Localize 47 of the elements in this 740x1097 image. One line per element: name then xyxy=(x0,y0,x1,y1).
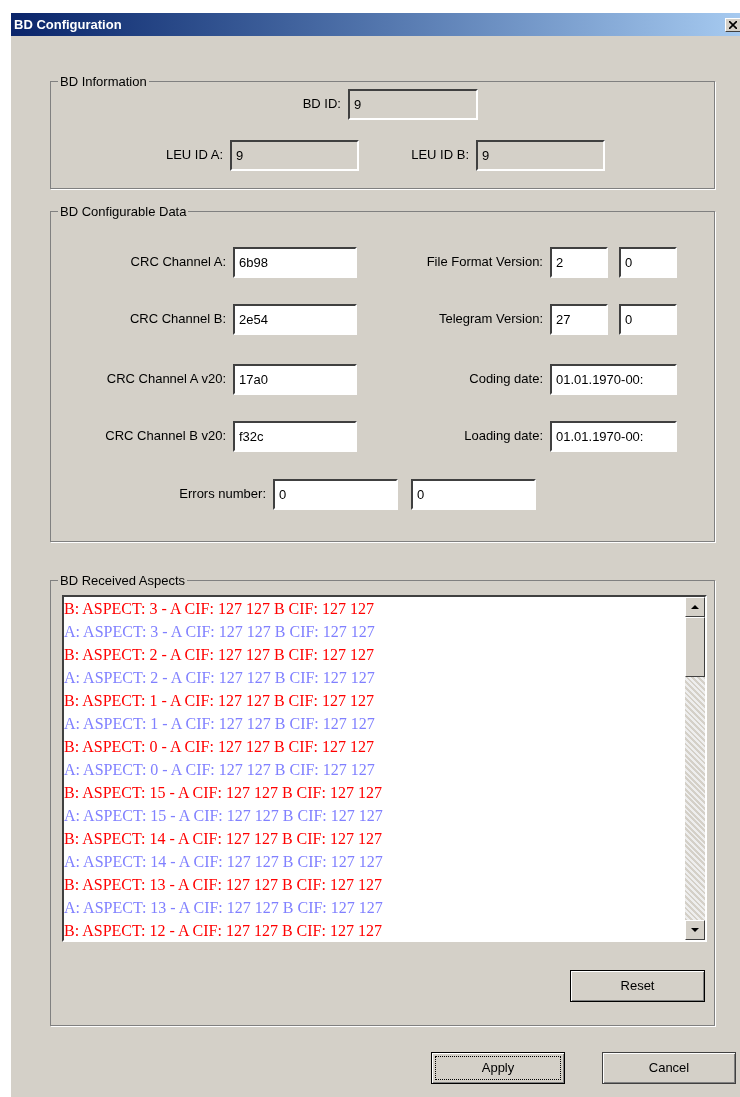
cancel-button[interactable]: Cancel xyxy=(602,1052,736,1084)
input-field[interactable]: 17a0 xyxy=(233,363,357,395)
list-item[interactable]: B: ASPECT: 13 - A CIF: 127 127 B CIF: 127 127 xyxy=(64,872,382,896)
input-field[interactable]: 01.01.1970-00: xyxy=(550,363,677,395)
field-label: File Format Version: xyxy=(425,253,544,272)
list-item[interactable]: B: ASPECT: 12 - A CIF: 127 127 B CIF: 127 127 xyxy=(64,918,382,940)
field-label: BD ID: xyxy=(301,95,342,114)
field-label: Telegram Version: xyxy=(437,310,544,329)
field-label: CRC Channel A v20: xyxy=(105,370,227,389)
input-field[interactable]: 0 xyxy=(619,246,677,278)
list-item[interactable]: B: ASPECT: 0 - A CIF: 127 127 B CIF: 127 127 xyxy=(64,734,374,758)
down-arrow-icon xyxy=(691,927,699,932)
input-field[interactable]: 0 xyxy=(619,303,677,335)
window-title: BD Configuration xyxy=(13,15,122,34)
list-item[interactable]: B: ASPECT: 2 - A CIF: 127 127 B CIF: 127 127 xyxy=(64,642,374,666)
input-field[interactable]: 2 xyxy=(550,246,608,278)
list-item[interactable]: B: ASPECT: 1 - A CIF: 127 127 B CIF: 127 127 xyxy=(64,688,374,712)
up-arrow-icon xyxy=(691,604,699,609)
scroll-down-button[interactable] xyxy=(685,919,705,940)
field-label: LEU ID B: xyxy=(410,146,470,165)
list-item[interactable]: B: ASPECT: 14 - A CIF: 127 127 B CIF: 127 127 xyxy=(64,826,382,850)
field-label: Coding date: xyxy=(468,370,544,389)
field-label: Loading date: xyxy=(463,427,544,446)
apply-button[interactable]: Apply xyxy=(431,1052,565,1084)
field-label: CRC Channel B: xyxy=(128,310,227,329)
field-label: CRC Channel B v20: xyxy=(104,427,227,446)
scrollbar[interactable] xyxy=(685,596,705,940)
close-button[interactable] xyxy=(725,17,740,32)
input-field[interactable]: 0 xyxy=(411,478,536,510)
group-title: BD Received Aspects xyxy=(59,572,186,590)
close-icon xyxy=(729,20,737,29)
group-title: BD Information xyxy=(59,73,148,91)
field-label: CRC Channel A: xyxy=(129,253,227,272)
list-item[interactable]: B: ASPECT: 3 - A CIF: 127 127 B CIF: 127 127 xyxy=(64,596,374,620)
group-title: BD Configurable Data xyxy=(59,203,188,221)
field-label: Errors number: xyxy=(178,485,267,504)
input-field[interactable]: f32c xyxy=(233,420,357,452)
scroll-thumb[interactable] xyxy=(685,616,705,677)
input-field[interactable]: 27 xyxy=(550,303,608,335)
input-field[interactable]: 6b98 xyxy=(233,246,357,278)
list-item[interactable]: B: ASPECT: 15 - A CIF: 127 127 B CIF: 127 127 xyxy=(64,780,382,804)
reset-button[interactable]: Reset xyxy=(570,969,705,1002)
scroll-up-button[interactable] xyxy=(685,596,705,617)
field-label: LEU ID A: xyxy=(164,146,224,165)
input-field[interactable]: 2e54 xyxy=(233,303,357,335)
input-field[interactable]: 0 xyxy=(273,478,398,510)
input-field[interactable]: 01.01.1970-00: xyxy=(550,420,677,452)
